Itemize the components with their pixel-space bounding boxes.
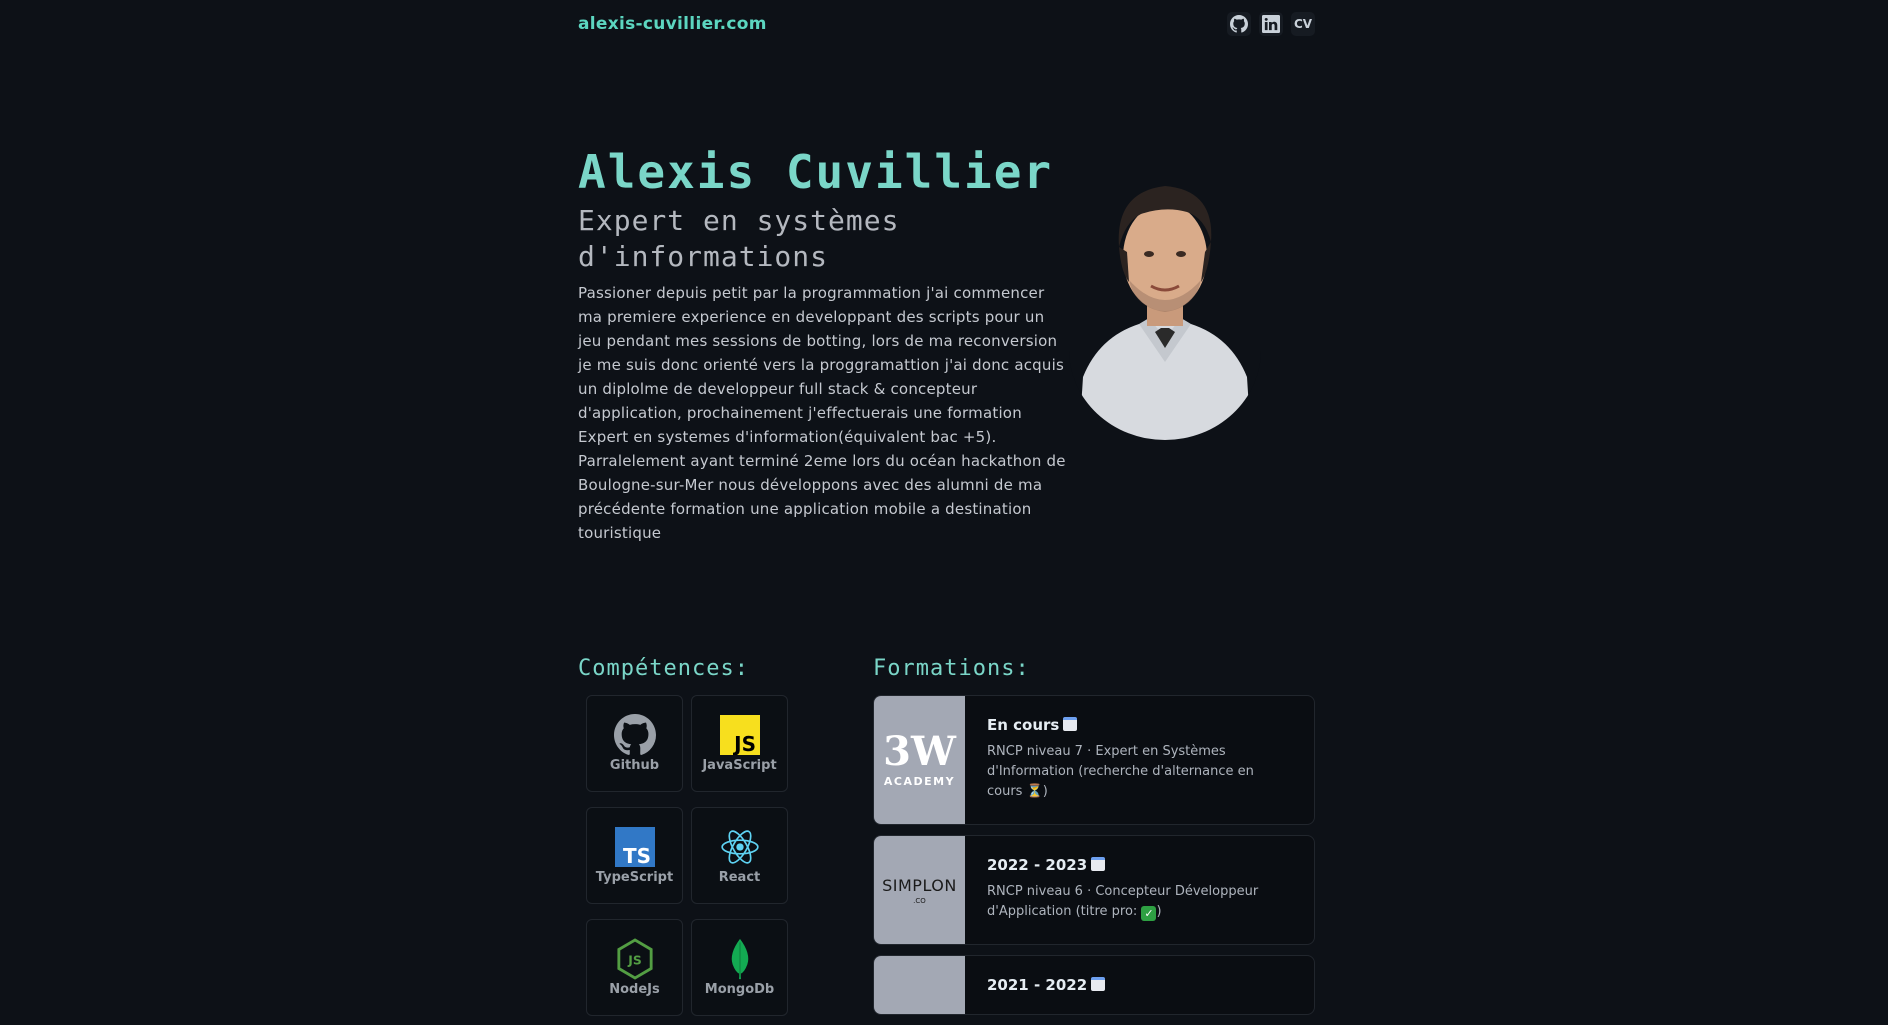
formation-date: 2021 - 2022	[987, 976, 1106, 994]
formation-body: 2021 - 2022	[965, 956, 1127, 1014]
formation-description: RNCP niveau 6 · Concepteur Développeur d…	[987, 882, 1292, 922]
logo-subtext: .CO	[913, 896, 926, 905]
formation-description-text: RNCP niveau 6 · Concepteur Développeur d…	[987, 884, 1259, 919]
site-brand[interactable]: alexis-cuvillier.com	[578, 14, 767, 34]
formation-card[interactable]: 3W ACADEMY En cours RNCP niveau 7 · Expe…	[873, 695, 1315, 825]
github-icon[interactable]	[1227, 12, 1251, 36]
formation-description-end: )	[1042, 784, 1048, 799]
avatar	[1069, 162, 1261, 440]
skill-card-mongodb[interactable]: MongoDb	[691, 919, 788, 1016]
react-icon	[719, 826, 761, 868]
formation-description-end: )	[1156, 904, 1162, 919]
nodejs-icon: JS	[614, 938, 656, 980]
3w-academy-logo: 3W ACADEMY	[874, 696, 965, 824]
logo-text: SIMPLON	[882, 875, 957, 895]
svg-text:JS: JS	[627, 954, 641, 968]
check-icon: ✓	[1141, 906, 1157, 921]
logo-subtext: ACADEMY	[883, 775, 956, 788]
formation-logo	[874, 956, 965, 1014]
skill-label: JavaScript	[702, 758, 777, 773]
skill-card-react[interactable]: React	[691, 807, 788, 904]
formation-date-text: 2022 - 2023	[987, 856, 1088, 874]
github-icon	[613, 714, 656, 756]
hero-section: Alexis Cuvillier Expert en systèmes d'in…	[578, 145, 1068, 545]
linkedin-icon[interactable]	[1259, 12, 1283, 36]
skill-label: React	[718, 870, 761, 885]
calendar-icon	[1091, 977, 1106, 991]
calendar-icon	[1091, 857, 1106, 871]
formation-description: RNCP niveau 7 · Expert en Systèmes d'Inf…	[987, 742, 1292, 802]
skill-label: Github	[609, 758, 660, 773]
mongodb-icon	[719, 938, 761, 980]
formations-title: Formations:	[873, 656, 1030, 681]
logo-text: 3W	[883, 728, 956, 775]
skills-title: Compétences:	[578, 656, 749, 681]
skills-grid: Github JS JavaScript TS TypeScript React	[586, 695, 791, 1016]
formation-body: 2022 - 2023 RNCP niveau 6 · Concepteur D…	[965, 836, 1314, 944]
skill-card-typescript[interactable]: TS TypeScript	[586, 807, 683, 904]
skill-label: MongoDb	[704, 982, 775, 997]
svg-text:JS: JS	[732, 732, 756, 755]
site-header: alexis-cuvillier.com CV	[578, 12, 1315, 46]
skill-label: NodeJs	[609, 982, 660, 997]
bio-paragraph: Parralelement ayant terminé 2eme lors du…	[578, 452, 1066, 542]
hourglass-icon: ⏳	[1026, 784, 1043, 799]
skill-label: TypeScript	[595, 870, 674, 885]
bio-paragraph: Passioner depuis petit par la programmat…	[578, 284, 1064, 446]
formation-date-text: En cours	[987, 716, 1060, 734]
formation-card[interactable]: 2021 - 2022	[873, 955, 1315, 1015]
formation-body: En cours RNCP niveau 7 · Expert en Systè…	[965, 696, 1314, 824]
formations-list: 3W ACADEMY En cours RNCP niveau 7 · Expe…	[873, 695, 1315, 1025]
formation-date-text: 2021 - 2022	[987, 976, 1088, 994]
formation-date: 2022 - 2023	[987, 856, 1292, 874]
calendar-icon	[1063, 717, 1078, 731]
typescript-icon: TS	[614, 826, 656, 868]
skill-card-github[interactable]: Github	[586, 695, 683, 792]
header-links: CV	[1227, 12, 1315, 36]
page-title: Alexis Cuvillier	[578, 145, 1054, 199]
formation-card[interactable]: SIMPLON .CO 2022 - 2023 RNCP niveau 6 · …	[873, 835, 1315, 945]
javascript-icon: JS	[719, 714, 761, 756]
cv-button[interactable]: CV	[1291, 12, 1315, 36]
bio: Passioner depuis petit par la programmat…	[578, 281, 1068, 545]
skill-card-javascript[interactable]: JS JavaScript	[691, 695, 788, 792]
skill-card-nodejs[interactable]: JS NodeJs	[586, 919, 683, 1016]
svg-text:TS: TS	[622, 844, 650, 867]
simplon-logo: SIMPLON .CO	[874, 836, 965, 944]
formation-date: En cours	[987, 716, 1292, 734]
page-subtitle: Expert en systèmes d'informations	[578, 204, 900, 273]
